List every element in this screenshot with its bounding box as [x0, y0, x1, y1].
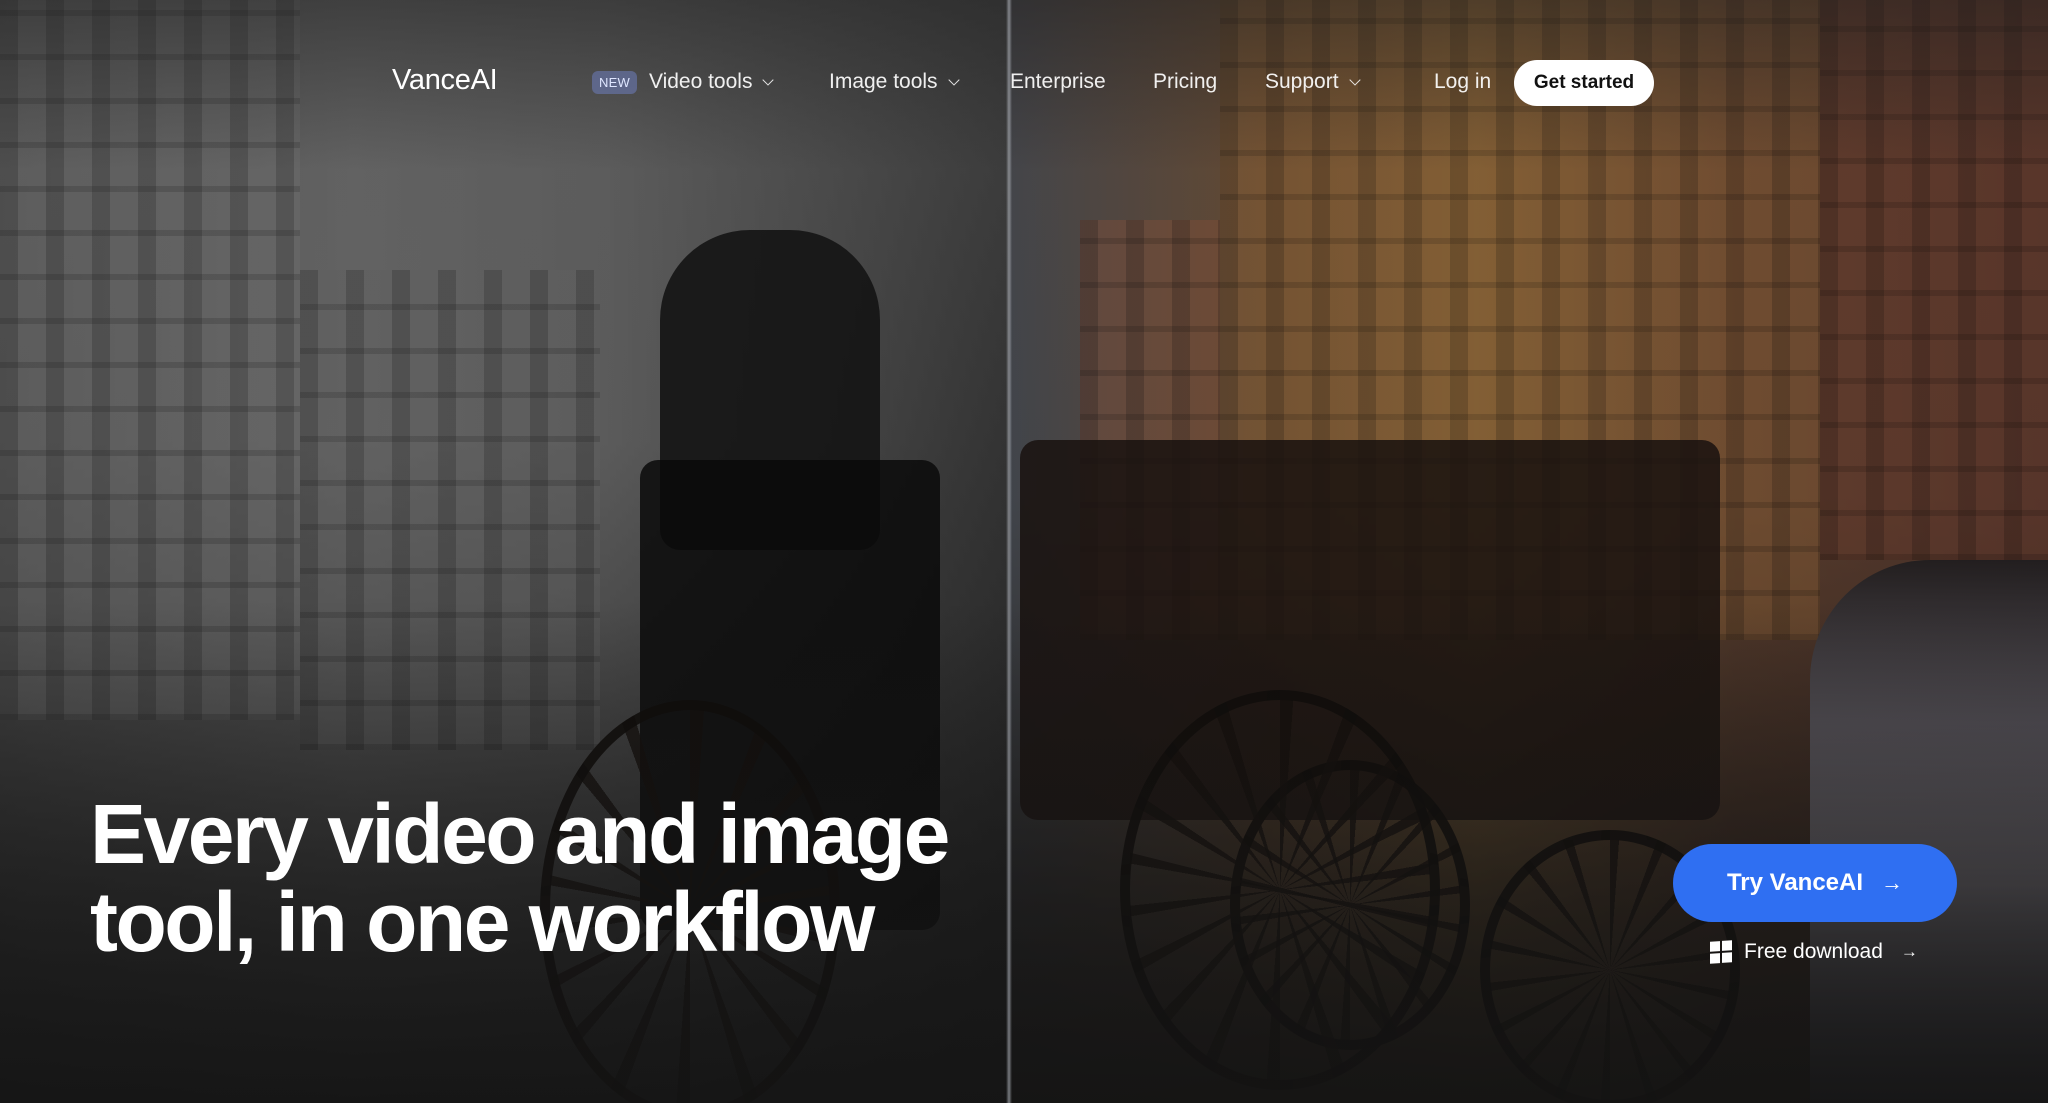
login-label: Log in	[1434, 70, 1492, 93]
top-navigation: VanceAI NEW Video tools Image tools Ente…	[0, 56, 2048, 112]
chevron-down-icon	[762, 73, 775, 86]
try-vanceai-label: Try VanceAI	[1726, 869, 1864, 896]
try-vanceai-button[interactable]: Try VanceAI →	[1673, 844, 1957, 922]
nav-support[interactable]: Support	[1265, 70, 1361, 94]
hero-headline-line-1: Every video and image	[90, 787, 950, 881]
brand-logo[interactable]: VanceAI	[392, 64, 498, 97]
nav-enterprise[interactable]: Enterprise	[1010, 70, 1106, 94]
free-download-label: Free download	[1744, 940, 1883, 963]
nav-image-tools[interactable]: Image tools	[829, 70, 960, 94]
hero-section: VanceAI NEW Video tools Image tools Ente…	[0, 0, 2048, 1103]
windows-icon	[1710, 940, 1732, 964]
get-started-button[interactable]: Get started	[1514, 60, 1654, 106]
nav-enterprise-label: Enterprise	[1010, 70, 1106, 93]
login-link[interactable]: Log in	[1434, 70, 1491, 94]
hero-headline: Every video and image tool, in one workf…	[90, 790, 990, 966]
chevron-down-icon	[1348, 73, 1361, 86]
nav-pricing-label: Pricing	[1153, 70, 1218, 93]
nav-video-tools-label: Video tools	[648, 70, 753, 93]
nav-pricing[interactable]: Pricing	[1153, 70, 1217, 94]
chevron-down-icon	[947, 73, 960, 86]
arrow-right-icon: →	[1900, 942, 1918, 961]
comparison-slider-divider[interactable]	[1006, 0, 1012, 1103]
nav-image-tools-label: Image tools	[829, 70, 938, 93]
hero-headline-line-2: tool, in one workflow	[90, 875, 875, 969]
arrow-right-icon: →	[1881, 870, 1904, 895]
nav-video-tools[interactable]: NEW Video tools	[592, 70, 775, 94]
free-download-link[interactable]: Free download →	[1710, 940, 1918, 964]
nav-support-label: Support	[1265, 70, 1339, 93]
new-badge: NEW	[592, 70, 637, 94]
